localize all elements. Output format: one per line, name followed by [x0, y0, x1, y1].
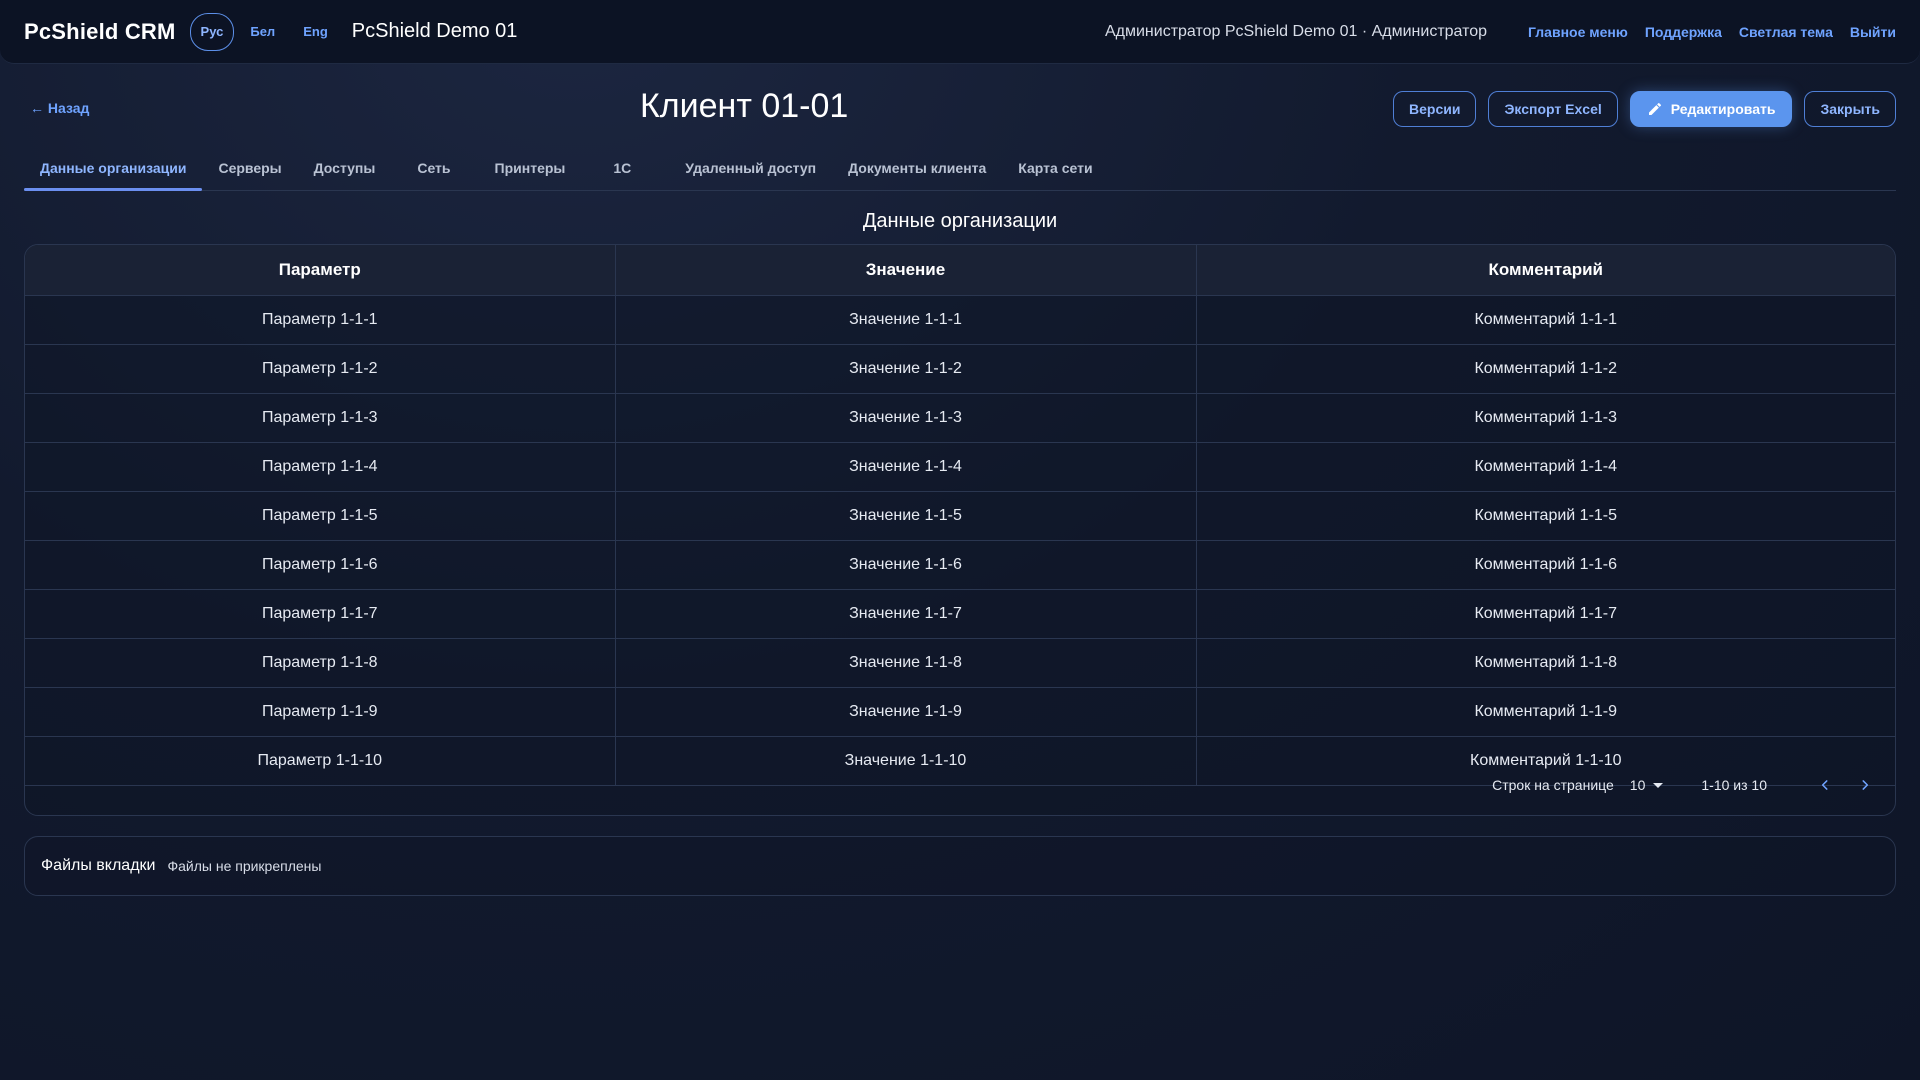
cell-value: Значение 1-1-2	[615, 344, 1197, 394]
rows-per-page-value: 10	[1629, 777, 1646, 793]
column-header-parameter[interactable]: Параметр	[25, 245, 616, 296]
table-row[interactable]: Параметр 1-1-9 Значение 1-1-9 Комментарий …	[25, 687, 1895, 737]
tab-client-documents[interactable]: Документы клиента	[832, 152, 1002, 190]
cell-parameter: Параметр 1-1-9	[25, 687, 616, 737]
cell-comment: Комментарий 1-1-1	[1196, 295, 1895, 345]
edit-button-label: Редактировать	[1670, 101, 1776, 117]
cell-parameter: Параметр 1-1-1	[25, 295, 616, 345]
cell-parameter: Параметр 1-1-6	[25, 540, 616, 590]
main-menu-link[interactable]: Главное меню	[1528, 24, 1628, 40]
light-theme-link[interactable]: Светлая тема	[1739, 24, 1833, 40]
page-title: Клиент 01-01	[640, 87, 849, 125]
cell-comment: Комментарий 1-1-7	[1196, 589, 1895, 639]
tab-files-panel: Файлы вкладки Файлы не прикреплены	[24, 836, 1896, 896]
chevron-left-icon	[1821, 780, 1828, 790]
cell-comment: Комментарий 1-1-4	[1196, 442, 1895, 492]
tab-accesses[interactable]: Доступы	[298, 152, 402, 190]
lang-be-button[interactable]: Бел	[238, 14, 287, 50]
table-row[interactable]: Параметр 1-1-6 Значение 1-1-6 Комментарий …	[25, 540, 1895, 590]
cell-value: Значение 1-1-9	[615, 687, 1197, 737]
back-link[interactable]: ← Назад	[30, 100, 89, 116]
cell-parameter: Параметр 1-1-5	[25, 491, 616, 541]
export-excel-button[interactable]: Экспорт Excel	[1488, 91, 1618, 127]
top-bar: PcShield CRM Рус Бел Eng PcShield Demo 0…	[0, 0, 1920, 64]
cell-parameter: Параметр 1-1-4	[25, 442, 616, 492]
lang-en-button[interactable]: Eng	[291, 14, 340, 50]
cell-value: Значение 1-1-7	[615, 589, 1197, 639]
page-range: 1-10 из 10	[1701, 777, 1767, 793]
versions-button[interactable]: Версии	[1393, 91, 1477, 127]
tab-1c[interactable]: 1С	[597, 152, 669, 190]
cell-value: Значение 1-1-6	[615, 540, 1197, 590]
table-row[interactable]: Параметр 1-1-7 Значение 1-1-7 Комментарий …	[25, 589, 1895, 639]
versions-button-label: Версии	[1409, 101, 1461, 117]
cell-value: Значение 1-1-10	[615, 736, 1197, 786]
cell-parameter: Параметр 1-1-2	[25, 344, 616, 394]
table-row[interactable]: Параметр 1-1-4 Значение 1-1-4 Комментарий …	[25, 442, 1895, 492]
cell-comment: Комментарий 1-1-6	[1196, 540, 1895, 590]
table-row[interactable]: Параметр 1-1-3 Значение 1-1-3 Комментарий …	[25, 393, 1895, 443]
action-bar: Версии Экспорт Excel Редактировать Закры…	[1393, 91, 1896, 127]
tab-organization-data[interactable]: Данные организации	[24, 152, 203, 191]
export-excel-button-label: Экспорт Excel	[1504, 101, 1602, 117]
section-title: Данные организации	[862, 210, 1058, 232]
support-link[interactable]: Поддержка	[1645, 24, 1722, 40]
cell-value: Значение 1-1-1	[615, 295, 1197, 345]
cell-value: Значение 1-1-4	[615, 442, 1197, 492]
caret-down-icon	[1653, 782, 1664, 788]
column-header-value[interactable]: Значение	[615, 245, 1197, 296]
tab-files-empty-text: Файлы не прикреплены	[167, 858, 322, 874]
cell-parameter: Параметр 1-1-10	[25, 736, 616, 786]
table-row[interactable]: Параметр 1-1-1 Значение 1-1-1 Комментарий …	[25, 295, 1895, 345]
pagination: Строк на странице 10 1-10 из 10	[1492, 773, 1877, 797]
brand-logo[interactable]: PcShield CRM	[24, 19, 176, 45]
chevron-right-icon	[1862, 780, 1869, 790]
cell-value: Значение 1-1-3	[615, 393, 1197, 443]
prev-page-button[interactable]	[1813, 773, 1837, 797]
next-page-button[interactable]	[1853, 773, 1877, 797]
cell-parameter: Параметр 1-1-3	[25, 393, 616, 443]
tab-network[interactable]: Сеть	[401, 152, 478, 190]
rows-per-page-select[interactable]: 10	[1630, 777, 1664, 793]
tab-network-map[interactable]: Карта сети	[1002, 152, 1108, 190]
tab-remote-access[interactable]: Удаленный доступ	[669, 152, 832, 190]
cell-comment: Комментарий 1-1-8	[1196, 638, 1895, 688]
table-row[interactable]: Параметр 1-1-8 Значение 1-1-8 Комментарий …	[25, 638, 1895, 688]
tab-servers[interactable]: Серверы	[202, 152, 297, 190]
rows-per-page-label: Строк на странице	[1492, 777, 1614, 793]
logout-link[interactable]: Выйти	[1850, 24, 1896, 40]
cell-comment: Комментарий 1-1-9	[1196, 687, 1895, 737]
tab-files-label: Файлы вкладки	[41, 857, 156, 874]
lang-ru-button[interactable]: Рус	[189, 12, 235, 51]
cell-parameter: Параметр 1-1-8	[25, 638, 616, 688]
pencil-icon	[1648, 102, 1661, 115]
table-header-row: Параметр Значение Комментарий	[25, 245, 1895, 296]
close-button-label: Закрыть	[1820, 101, 1880, 117]
organization-name: PcShield Demo 01	[351, 20, 518, 42]
cell-value: Значение 1-1-8	[615, 638, 1197, 688]
tab-bar: Данные организации Серверы Доступы Сеть …	[24, 152, 1896, 191]
cell-value: Значение 1-1-5	[615, 491, 1197, 541]
data-table-card: Параметр Значение Комментарий Параметр 1…	[24, 244, 1896, 816]
cell-comment: Комментарий 1-1-5	[1196, 491, 1895, 541]
cell-comment: Комментарий 1-1-2	[1196, 344, 1895, 394]
column-header-comment[interactable]: Комментарий	[1196, 245, 1895, 296]
cell-comment: Комментарий 1-1-3	[1196, 393, 1895, 443]
edit-button[interactable]: Редактировать	[1629, 91, 1793, 127]
data-table: Параметр Значение Комментарий Параметр 1…	[25, 245, 1895, 786]
table-row[interactable]: Параметр 1-1-2 Значение 1-1-2 Комментарий …	[25, 344, 1895, 394]
current-user: Администратор PcShield Demo 01 · Админис…	[1104, 22, 1488, 40]
tab-printers[interactable]: Принтеры	[479, 152, 598, 190]
close-button[interactable]: Закрыть	[1804, 91, 1896, 127]
cell-parameter: Параметр 1-1-7	[25, 589, 616, 639]
table-row[interactable]: Параметр 1-1-5 Значение 1-1-5 Комментарий …	[25, 491, 1895, 541]
